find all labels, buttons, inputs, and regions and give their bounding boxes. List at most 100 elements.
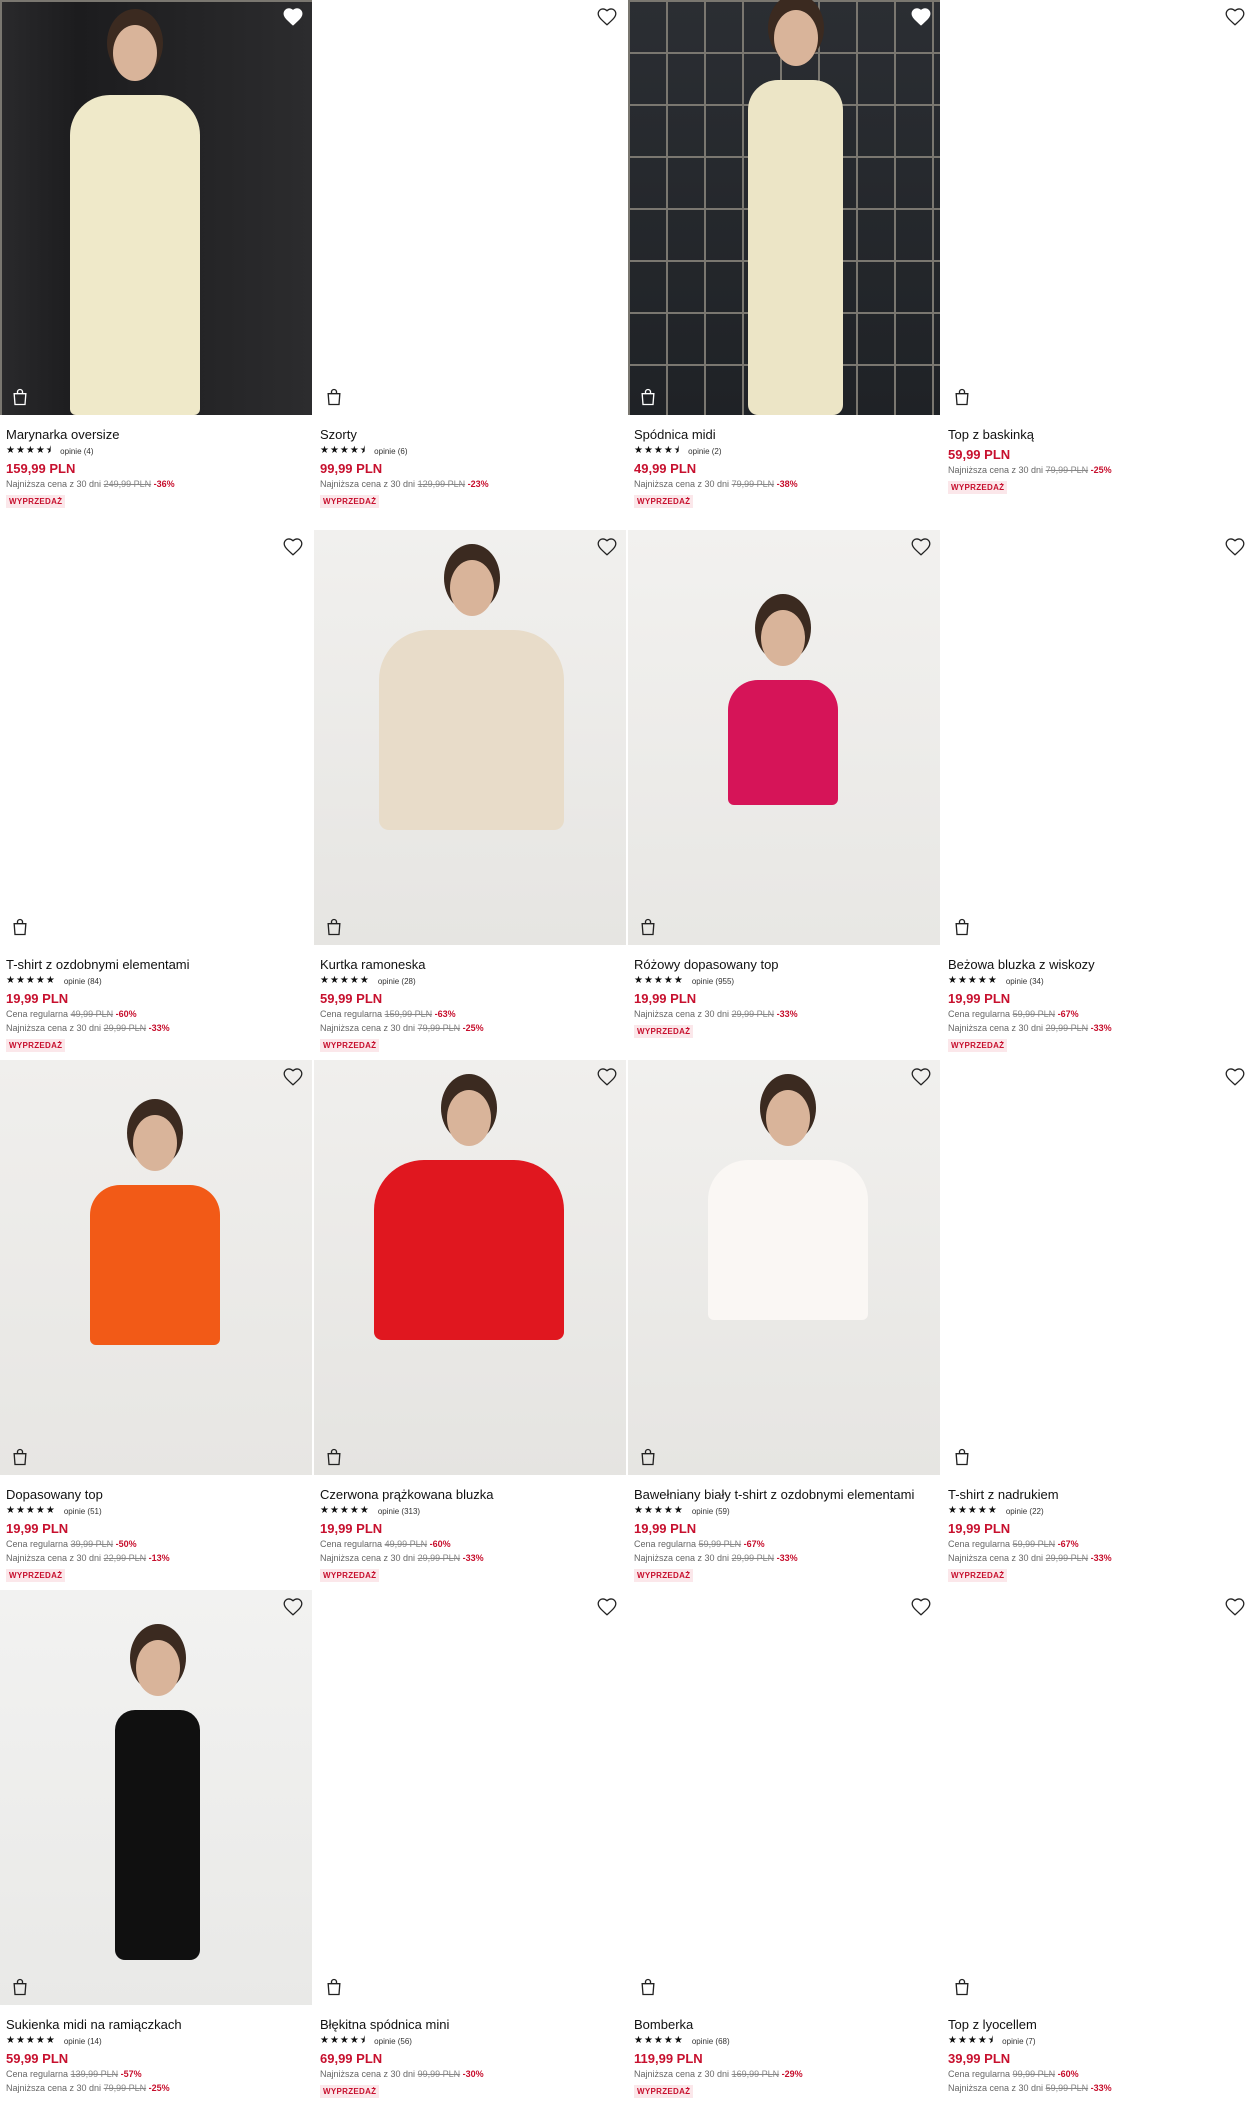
- heart-icon[interactable]: [282, 6, 304, 28]
- review-count[interactable]: opinie (51): [64, 1507, 102, 1516]
- review-count[interactable]: opinie (2): [688, 447, 721, 456]
- product-image[interactable]: [0, 1590, 312, 2005]
- product-card[interactable]: Top z lyocellem ★★★★⯨ opinie (7) 39,99 P…: [942, 1590, 1250, 2120]
- product-name[interactable]: Bawełniany biały t-shirt z ozdobnymi ele…: [634, 1487, 934, 1503]
- product-name[interactable]: Dopasowany top: [6, 1487, 306, 1503]
- product-name[interactable]: Top z baskinką: [948, 427, 1248, 443]
- product-card[interactable]: Dopasowany top ★★★★★ opinie (51) 19,99 P…: [0, 1060, 312, 1590]
- review-count[interactable]: opinie (6): [374, 447, 407, 456]
- product-name[interactable]: Beżowa bluzka z wiskozy: [948, 957, 1248, 973]
- heart-icon[interactable]: [910, 1596, 932, 1618]
- product-image[interactable]: [628, 1060, 940, 1475]
- heart-icon[interactable]: [596, 6, 618, 28]
- rating-stars: ★★★★★: [6, 2035, 56, 2046]
- review-count[interactable]: opinie (955): [692, 977, 734, 986]
- shopping-bag-icon[interactable]: [10, 917, 30, 937]
- product-image[interactable]: [628, 530, 940, 945]
- product-name[interactable]: Szorty: [320, 427, 620, 443]
- review-count[interactable]: opinie (7): [1002, 2037, 1035, 2046]
- heart-icon[interactable]: [596, 536, 618, 558]
- heart-icon[interactable]: [1224, 536, 1246, 558]
- rating-stars: ★★★★★: [948, 1505, 998, 1516]
- product-image[interactable]: [314, 530, 626, 945]
- review-count[interactable]: opinie (34): [1006, 977, 1044, 986]
- review-count[interactable]: opinie (84): [64, 977, 102, 986]
- product-card[interactable]: Top z baskinką 59,99 PLN Najniższa cena …: [942, 0, 1250, 530]
- shopping-bag-icon[interactable]: [324, 387, 344, 407]
- product-image[interactable]: [942, 530, 1250, 945]
- shopping-bag-icon[interactable]: [952, 917, 972, 937]
- product-card[interactable]: Różowy dopasowany top ★★★★★ opinie (955)…: [628, 530, 940, 1060]
- review-count[interactable]: opinie (14): [64, 2037, 102, 2046]
- shopping-bag-icon[interactable]: [638, 917, 658, 937]
- product-image[interactable]: [314, 0, 626, 415]
- product-name[interactable]: Top z lyocellem: [948, 2017, 1248, 2033]
- product-card[interactable]: Błękitna spódnica mini ★★★★⯨ opinie (56)…: [314, 1590, 626, 2120]
- old-price: 49,99 PLN: [70, 1009, 114, 1019]
- product-card[interactable]: T-shirt z nadrukiem ★★★★★ opinie (22) 19…: [942, 1060, 1250, 1590]
- heart-icon[interactable]: [596, 1066, 618, 1088]
- review-count[interactable]: opinie (28): [378, 977, 416, 986]
- shopping-bag-icon[interactable]: [324, 1977, 344, 1997]
- heart-icon[interactable]: [1224, 1066, 1246, 1088]
- product-name[interactable]: T-shirt z ozdobnymi elementami: [6, 957, 306, 973]
- product-card[interactable]: Kurtka ramoneska ★★★★★ opinie (28) 59,99…: [314, 530, 626, 1060]
- heart-icon[interactable]: [910, 536, 932, 558]
- product-image[interactable]: [0, 1060, 312, 1475]
- product-name[interactable]: Czerwona prążkowana bluzka: [320, 1487, 620, 1503]
- product-name[interactable]: Sukienka midi na ramiączkach: [6, 2017, 306, 2033]
- product-card[interactable]: Czerwona prążkowana bluzka ★★★★★ opinie …: [314, 1060, 626, 1590]
- product-card[interactable]: T-shirt z ozdobnymi elementami ★★★★★ opi…: [0, 530, 312, 1060]
- shopping-bag-icon[interactable]: [638, 387, 658, 407]
- shopping-bag-icon[interactable]: [324, 917, 344, 937]
- heart-icon[interactable]: [596, 1596, 618, 1618]
- product-image[interactable]: [0, 0, 312, 415]
- shopping-bag-icon[interactable]: [10, 1977, 30, 1997]
- product-image[interactable]: [942, 0, 1250, 415]
- product-card[interactable]: Bawełniany biały t-shirt z ozdobnymi ele…: [628, 1060, 940, 1590]
- shopping-bag-icon[interactable]: [952, 1977, 972, 1997]
- product-image[interactable]: [942, 1060, 1250, 1475]
- product-card[interactable]: Szorty ★★★★⯨ opinie (6) 99,99 PLN Najniż…: [314, 0, 626, 530]
- product-name[interactable]: Spódnica midi: [634, 427, 934, 443]
- product-name[interactable]: Różowy dopasowany top: [634, 957, 934, 973]
- product-card[interactable]: Spódnica midi ★★★★⯨ opinie (2) 49,99 PLN…: [628, 0, 940, 530]
- heart-icon[interactable]: [282, 1066, 304, 1088]
- product-card[interactable]: Marynarka oversize ★★★★⯨ opinie (4) 159,…: [0, 0, 312, 530]
- heart-icon[interactable]: [910, 1066, 932, 1088]
- shopping-bag-icon[interactable]: [324, 1447, 344, 1467]
- shopping-bag-icon[interactable]: [952, 1447, 972, 1467]
- review-count[interactable]: opinie (22): [1006, 1507, 1044, 1516]
- product-image[interactable]: [942, 1590, 1250, 2005]
- heart-icon[interactable]: [1224, 6, 1246, 28]
- heart-icon[interactable]: [282, 536, 304, 558]
- review-count[interactable]: opinie (313): [378, 1507, 420, 1516]
- product-image[interactable]: [628, 1590, 940, 2005]
- product-name[interactable]: T-shirt z nadrukiem: [948, 1487, 1248, 1503]
- product-name[interactable]: Kurtka ramoneska: [320, 957, 620, 973]
- product-image[interactable]: [314, 1060, 626, 1475]
- product-name[interactable]: Błękitna spódnica mini: [320, 2017, 620, 2033]
- product-image[interactable]: [0, 530, 312, 945]
- product-name[interactable]: Marynarka oversize: [6, 427, 306, 443]
- shopping-bag-icon[interactable]: [638, 1447, 658, 1467]
- heart-icon[interactable]: [910, 6, 932, 28]
- review-count[interactable]: opinie (4): [60, 447, 93, 456]
- review-count[interactable]: opinie (68): [692, 2037, 730, 2046]
- product-card[interactable]: Bomberka ★★★★★ opinie (68) 119,99 PLN Na…: [628, 1590, 940, 2120]
- product-name[interactable]: Bomberka: [634, 2017, 934, 2033]
- shopping-bag-icon[interactable]: [638, 1977, 658, 1997]
- product-image[interactable]: [628, 0, 940, 415]
- shopping-bag-icon[interactable]: [952, 387, 972, 407]
- product-image[interactable]: [314, 1590, 626, 2005]
- shopping-bag-icon[interactable]: [10, 387, 30, 407]
- product-card[interactable]: Beżowa bluzka z wiskozy ★★★★★ opinie (34…: [942, 530, 1250, 1060]
- review-count[interactable]: opinie (59): [692, 1507, 730, 1516]
- product-info: Kurtka ramoneska ★★★★★ opinie (28) 59,99…: [314, 945, 626, 1053]
- heart-icon[interactable]: [1224, 1596, 1246, 1618]
- model-garment: [728, 680, 838, 805]
- heart-icon[interactable]: [282, 1596, 304, 1618]
- review-count[interactable]: opinie (56): [374, 2037, 412, 2046]
- product-card[interactable]: Sukienka midi na ramiączkach ★★★★★ opini…: [0, 1590, 312, 2120]
- shopping-bag-icon[interactable]: [10, 1447, 30, 1467]
